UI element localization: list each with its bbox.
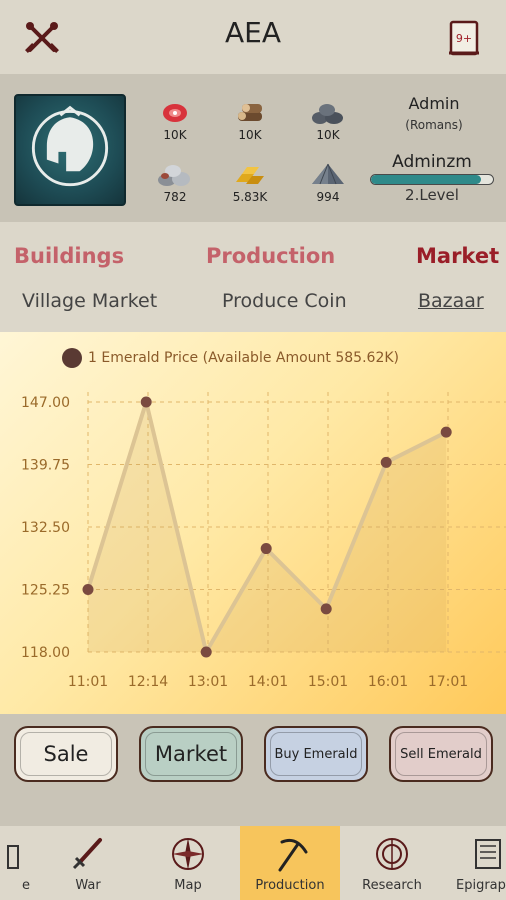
sword-icon <box>72 838 102 870</box>
user-civilization: (Romans) <box>405 118 463 132</box>
resource-value: 10K <box>316 128 340 142</box>
resource-value: 10K <box>163 128 187 142</box>
chart-canvas: 147.00 139.75 132.50 125.25 118.00 11:01 12:14… <box>21 392 506 690</box>
x-tick-label: 13:01 <box>188 674 228 690</box>
data-point <box>380 456 392 468</box>
home-icon <box>7 845 19 869</box>
nav-item-production[interactable]: Production <box>240 826 340 900</box>
data-point <box>320 603 332 615</box>
wood-icon <box>238 104 262 121</box>
page-title: AEA <box>225 16 281 49</box>
data-point <box>260 543 272 555</box>
pickaxe-icon <box>278 838 308 872</box>
button-frame <box>270 732 362 776</box>
resource-value: 5.83K <box>232 190 268 204</box>
resource-iron: 782 <box>140 162 210 204</box>
helmet-icon <box>31 105 109 187</box>
data-point <box>82 584 94 595</box>
user-nickname: Adminzm <box>392 152 472 172</box>
resource-meat: 10K <box>140 100 210 142</box>
top-bar: AEA 9+ <box>0 0 506 74</box>
emerald-icon <box>312 163 344 185</box>
data-point <box>140 396 152 408</box>
x-tick-label: 16:01 <box>368 674 408 690</box>
resource-wood: 10K <box>215 100 285 142</box>
x-tick-label: 15:01 <box>308 674 348 690</box>
y-tick-label: 132.50 <box>21 520 70 536</box>
nav-label: Epigrap <box>456 878 506 893</box>
nav-item-home[interactable]: e <box>0 826 38 900</box>
button-frame <box>145 732 237 776</box>
tab-market[interactable]: Market <box>416 244 499 268</box>
resource-stone: 10K <box>293 100 363 142</box>
price-chart: 1 Emerald Price (Available Amount 585.62… <box>0 332 506 714</box>
iron-icon <box>158 165 190 186</box>
resource-value: 994 <box>316 190 340 204</box>
buy-emerald-button[interactable]: Buy Emerald <box>264 726 368 782</box>
subtab-village-market[interactable]: Village Market <box>22 290 157 312</box>
x-tick-label: 14:01 <box>248 674 288 690</box>
level-progress-bar <box>370 174 494 185</box>
sell-emerald-button[interactable]: Sell Emerald <box>389 726 493 782</box>
resource-gold: 5.83K <box>215 162 285 204</box>
notification-badge: 9+ <box>456 32 472 45</box>
nav-label: Production <box>255 878 325 893</box>
tabs-area: Buildings Production Market Village Mark… <box>0 222 506 332</box>
nav-item-map[interactable]: Map <box>146 826 230 900</box>
nav-item-epigraph[interactable]: Epigrap <box>448 826 506 900</box>
nav-item-war[interactable]: War <box>46 826 130 900</box>
bottom-nav: e War Map Production Research Epigrap <box>0 826 506 900</box>
nav-item-research[interactable]: Research <box>346 826 438 900</box>
gold-icon <box>236 167 264 184</box>
subtab-produce-coin[interactable]: Produce Coin <box>222 290 347 312</box>
scroll-icon <box>475 839 501 869</box>
y-tick-label: 147.00 <box>21 395 70 411</box>
user-level: 2.Level <box>405 186 459 204</box>
subtab-bazaar[interactable]: Bazaar <box>418 290 484 312</box>
notifications-scroll-icon[interactable]: 9+ <box>444 18 484 58</box>
sale-button[interactable]: Sale <box>14 726 118 782</box>
x-tick-label: 12:14 <box>128 674 168 690</box>
user-name: Admin <box>408 94 460 113</box>
resource-emerald: 994 <box>293 162 363 204</box>
resource-value: 10K <box>238 128 262 142</box>
data-point <box>200 646 212 658</box>
button-frame <box>395 732 487 776</box>
button-frame <box>20 732 112 776</box>
resource-value: 782 <box>163 190 187 204</box>
meat-icon <box>163 104 187 122</box>
nav-label: War <box>75 878 101 893</box>
nav-label: e <box>22 878 30 893</box>
research-icon <box>376 838 408 870</box>
y-tick-label: 139.75 <box>21 458 70 474</box>
tab-buildings[interactable]: Buildings <box>14 244 124 268</box>
y-tick-label: 125.25 <box>21 583 70 599</box>
action-bar: Sale Market Buy Emerald Sell Emerald <box>0 714 506 826</box>
x-tick-label: 17:01 <box>428 674 468 690</box>
y-tick-label: 118.00 <box>21 645 70 661</box>
nav-label: Map <box>174 878 202 893</box>
compass-icon <box>172 838 204 870</box>
stone-icon <box>312 104 343 124</box>
avatar[interactable] <box>14 94 126 206</box>
market-button[interactable]: Market <box>139 726 243 782</box>
level-progress-fill <box>371 175 481 184</box>
tab-production[interactable]: Production <box>206 244 335 268</box>
nav-label: Research <box>362 878 422 893</box>
resource-panel: 10K 10K 10K 782 5.83K 994 Admin (Romans)… <box>0 74 506 222</box>
x-tick-label: 11:01 <box>68 674 108 690</box>
data-point <box>440 426 452 438</box>
